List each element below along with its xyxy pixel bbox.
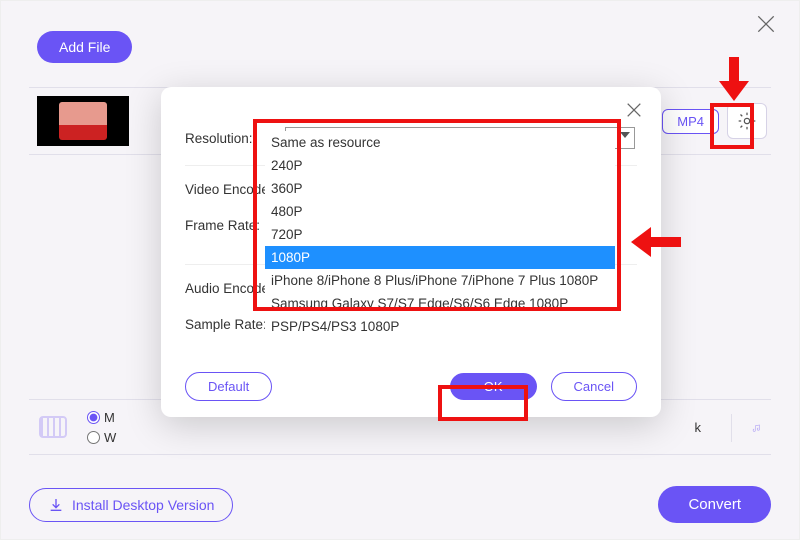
radio-option-1[interactable]: M bbox=[87, 407, 116, 427]
resolution-option[interactable]: 720P bbox=[265, 223, 615, 246]
video-thumbnail[interactable] bbox=[37, 96, 129, 146]
download-icon bbox=[48, 497, 64, 513]
resolution-option[interactable]: 360P bbox=[265, 177, 615, 200]
resolution-option[interactable]: Samsung Galaxy S7/S7 Edge/S6/S6 Edge 108… bbox=[265, 292, 615, 315]
gear-icon bbox=[737, 111, 757, 131]
default-button[interactable]: Default bbox=[185, 372, 272, 401]
cancel-button[interactable]: Cancel bbox=[551, 372, 637, 401]
resolution-option[interactable]: Same as resource bbox=[265, 131, 615, 154]
right-suffix: k bbox=[695, 420, 702, 435]
install-desktop-button[interactable]: Install Desktop Version bbox=[29, 488, 233, 522]
film-icon bbox=[39, 416, 67, 438]
convert-button[interactable]: Convert bbox=[658, 486, 771, 523]
close-icon[interactable] bbox=[755, 13, 777, 35]
resolution-option[interactable]: 480P bbox=[265, 200, 615, 223]
annotation-arrow-down bbox=[719, 57, 749, 103]
ok-button[interactable]: OK bbox=[450, 373, 537, 400]
resolution-option[interactable]: PSP/PS4/PS3 1080P bbox=[265, 315, 615, 338]
music-icon[interactable] bbox=[731, 414, 761, 442]
chevron-down-icon bbox=[620, 132, 630, 138]
annotation-arrow-left bbox=[629, 227, 681, 257]
settings-button[interactable] bbox=[727, 103, 767, 139]
footer: Install Desktop Version Convert bbox=[29, 486, 771, 523]
resolution-option[interactable]: 1080P bbox=[265, 246, 615, 269]
dialog-close-icon[interactable] bbox=[625, 101, 643, 119]
add-file-button[interactable]: Add File bbox=[37, 31, 132, 63]
resolution-option[interactable]: iPhone 8/iPhone 8 Plus/iPhone 7/iPhone 7… bbox=[265, 269, 615, 292]
radio-option-2[interactable]: W bbox=[87, 427, 116, 447]
resolution-dropdown[interactable]: Same as resource240P360P480P720P1080PiPh… bbox=[265, 131, 615, 338]
output-format-button[interactable]: MP4 bbox=[662, 109, 719, 134]
resolution-option[interactable]: 240P bbox=[265, 154, 615, 177]
